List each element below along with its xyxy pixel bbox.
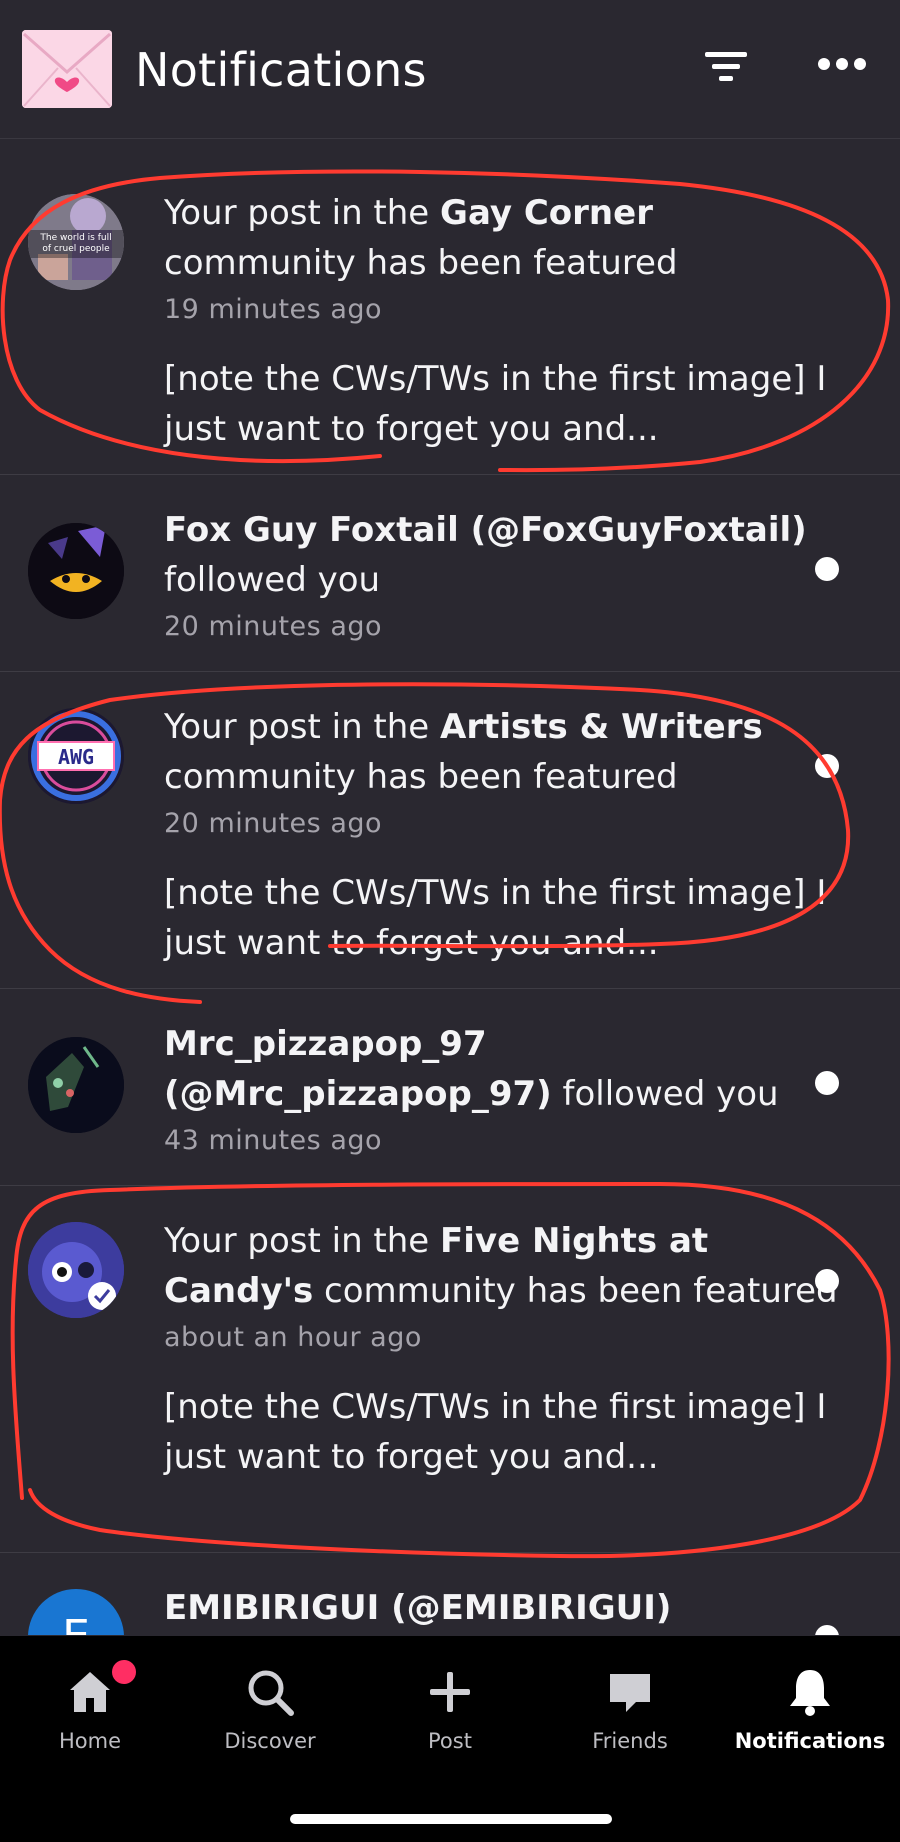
more-horizontal-icon[interactable] [812, 40, 872, 96]
notification-item[interactable]: The world is full of cruel people Your p… [0, 158, 900, 475]
post-snippet: [note the CWs/TWs in the first image] I … [164, 873, 827, 963]
notification-item[interactable]: Fox Guy Foxtail (@FoxGuyFoxtail) followe… [0, 475, 900, 672]
app-header: Notifications [0, 0, 900, 139]
notification-item[interactable]: E EMIBIRIGUI (@EMIBIRIGUI) [0, 1553, 900, 1635]
timestamp: 43 minutes ago [164, 1125, 383, 1156]
avatar-caption: AWG [58, 745, 94, 769]
post-snippet: [note the CWs/TWs in the first image] I … [164, 359, 827, 449]
timestamp: 20 minutes ago [164, 611, 383, 642]
notification-badge [112, 1660, 136, 1684]
notification-item[interactable]: AWG Your post in the Artists & Writers c… [0, 672, 900, 989]
tab-label: Notifications [734, 1729, 886, 1753]
tab-home[interactable]: Home [0, 1660, 180, 1756]
tab-discover[interactable]: Discover [180, 1666, 360, 1756]
notification-item[interactable]: Mrc_pizzapop_97 (@Mrc_pizzapop_97) follo… [0, 989, 900, 1186]
user-name: EMIBIRIGUI (@EMIBIRIGUI) [164, 1588, 672, 1628]
notification-text: Mrc_pizzapop_97 (@Mrc_pizzapop_97) follo… [164, 1024, 779, 1114]
tab-notifications[interactable]: Notifications [720, 1666, 900, 1756]
tab-label: Friends [592, 1729, 668, 1753]
avatar[interactable] [28, 1222, 124, 1318]
bottom-tab-bar: Home Discover Post Friends Notifications [0, 1636, 900, 1842]
filter-icon[interactable] [697, 40, 757, 96]
user-name: Fox Guy Foxtail (@FoxGuyFoxtail) [164, 510, 807, 550]
notification-item[interactable]: Your post in the Five Nights at Candy's … [0, 1186, 900, 1553]
tab-friends[interactable]: Friends [540, 1666, 720, 1756]
unread-dot [815, 1071, 839, 1095]
avatar[interactable] [28, 523, 124, 619]
unread-dot [815, 1269, 839, 1293]
user-name: Mrc_pizzapop_97 (@Mrc_pizzapop_97) [164, 1024, 552, 1114]
post-snippet: [note the CWs/TWs in the first image] I … [164, 1387, 827, 1477]
notification-text: Your post in the Artists & Writers commu… [164, 707, 763, 797]
avatar[interactable]: AWG [28, 708, 124, 804]
avatar[interactable]: E [28, 1589, 124, 1635]
avatar[interactable] [28, 1037, 124, 1133]
svg-text:of cruel people: of cruel people [42, 244, 110, 254]
tab-post[interactable]: Post [360, 1666, 540, 1756]
svg-text:The world is full: The world is full [39, 233, 111, 243]
tab-label: Home [58, 1729, 121, 1753]
avatar-letter: E [28, 1589, 124, 1635]
unread-dot [815, 557, 839, 581]
notification-text: Your post in the Gay Corner community ha… [164, 193, 678, 283]
unread-dot [815, 754, 839, 778]
notifications-list[interactable]: The world is full of cruel people Your p… [0, 158, 900, 1635]
timestamp: 19 minutes ago [164, 294, 383, 325]
bell-icon [784, 1666, 836, 1718]
notification-text: Fox Guy Foxtail (@FoxGuyFoxtail) followe… [164, 510, 807, 600]
notification-text: EMIBIRIGUI (@EMIBIRIGUI) [164, 1583, 844, 1633]
home-icon [64, 1666, 116, 1718]
envelope-heart-icon[interactable] [22, 30, 112, 108]
notification-text: Your post in the Five Nights at Candy's … [164, 1221, 838, 1311]
tab-label: Post [428, 1729, 472, 1753]
avatar[interactable]: The world is full of cruel people [28, 194, 124, 290]
tab-label: Discover [224, 1729, 316, 1753]
plus-icon [424, 1666, 476, 1718]
search-icon [244, 1666, 296, 1718]
chat-bubble-icon [604, 1666, 656, 1718]
timestamp: about an hour ago [164, 1322, 422, 1353]
timestamp: 20 minutes ago [164, 808, 383, 839]
community-name: Artists & Writers [440, 707, 763, 747]
page-title: Notifications [135, 43, 427, 97]
home-indicator [290, 1814, 612, 1824]
community-name: Gay Corner [440, 193, 653, 233]
